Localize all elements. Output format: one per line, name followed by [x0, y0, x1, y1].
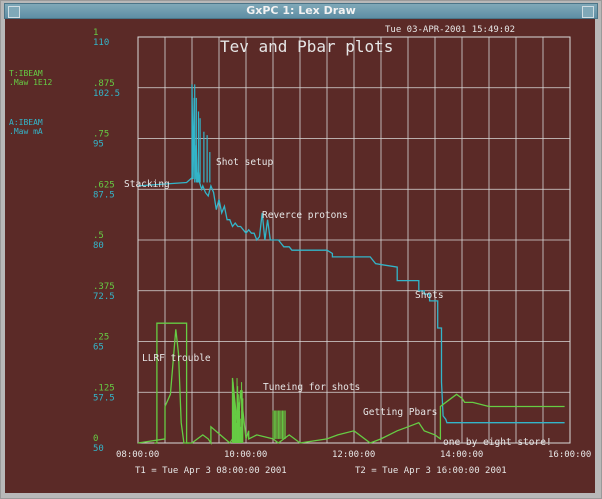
- x-tick-label: 12:00:00: [332, 450, 375, 460]
- x-tick-label: 14:00:00: [440, 450, 483, 460]
- y-tick-label-green: 0: [93, 434, 98, 444]
- annotation-label: Shots: [415, 290, 444, 301]
- annotation-label: Reverce protons: [262, 210, 348, 221]
- annotation-label: Shot setup: [216, 157, 273, 168]
- x-tick-label: 08:00:00: [116, 450, 159, 460]
- y-tick-label-cyan: 57.5: [93, 393, 115, 403]
- y-tick-label-green: .5: [93, 231, 104, 241]
- y-tick-label-cyan: 87.5: [93, 190, 115, 200]
- annotation-label: Getting Pbars: [363, 407, 437, 418]
- title-bar[interactable]: GxPC 1: Lex Draw: [4, 3, 598, 19]
- plot-canvas[interactable]: Tev and Pbar plots Tue 03-APR-2001 15:49…: [5, 19, 595, 493]
- chart-svg: Tev and Pbar plots Tue 03-APR-2001 15:49…: [9, 25, 591, 476]
- legend-green-name: T:IBEAM: [9, 69, 43, 78]
- y-tick-label-green: .625: [93, 180, 115, 190]
- y-tick-label-cyan: 110: [93, 38, 109, 48]
- x-tick-label: 16:00:00: [548, 450, 591, 460]
- legend-cyan-name: A:IBEAM: [9, 118, 43, 127]
- app-window: GxPC 1: Lex Draw Tev and Pbar plots Tue …: [0, 0, 602, 499]
- annotation-label: one by eight store!: [443, 437, 552, 448]
- y-tick-label-green: .875: [93, 79, 115, 89]
- y-tick-label-cyan: 72.5: [93, 292, 115, 302]
- y-tick-label-green: .375: [93, 282, 115, 292]
- axis-ticks: 08:00:00 10:00:00 12:00:00 14:00:00 16:00:00…: [93, 28, 591, 460]
- annotation-label: LLRF trouble: [142, 353, 211, 364]
- y-tick-label-green: 1: [93, 28, 98, 38]
- window-maximize-button[interactable]: [582, 6, 594, 18]
- annotation-label: Stacking: [124, 179, 170, 190]
- y-tick-label-green: .25: [93, 333, 109, 343]
- legend-cyan-units: .Maw mA: [9, 127, 43, 136]
- series-line-0: [137, 84, 565, 424]
- t2-label: T2 = Tue Apr 3 16:00:00 2001: [355, 466, 507, 476]
- y-tick-label-cyan: 50: [93, 444, 104, 454]
- window-title: GxPC 1: Lex Draw: [246, 4, 356, 17]
- annotation-label: Tuneing for shots: [263, 382, 360, 393]
- legend-green-units: .Maw 1E12: [9, 78, 53, 87]
- y-tick-label-cyan: 80: [93, 241, 104, 251]
- y-tick-label-cyan: 102.5: [93, 89, 120, 99]
- plot-timestamp: Tue 03-APR-2001 15:49:02: [385, 25, 515, 35]
- y-tick-label-cyan: 65: [93, 343, 104, 353]
- annotations-group: Stacking Shot setup Reverce protons Shots LL…: [124, 157, 552, 448]
- x-tick-label: 10:00:00: [224, 450, 267, 460]
- y-tick-label-green: .125: [93, 383, 115, 393]
- y-tick-label-green: .75: [93, 130, 109, 140]
- y-tick-label-cyan: 95: [93, 140, 104, 150]
- t1-label: T1 = Tue Apr 3 08:00:00 2001: [135, 466, 287, 476]
